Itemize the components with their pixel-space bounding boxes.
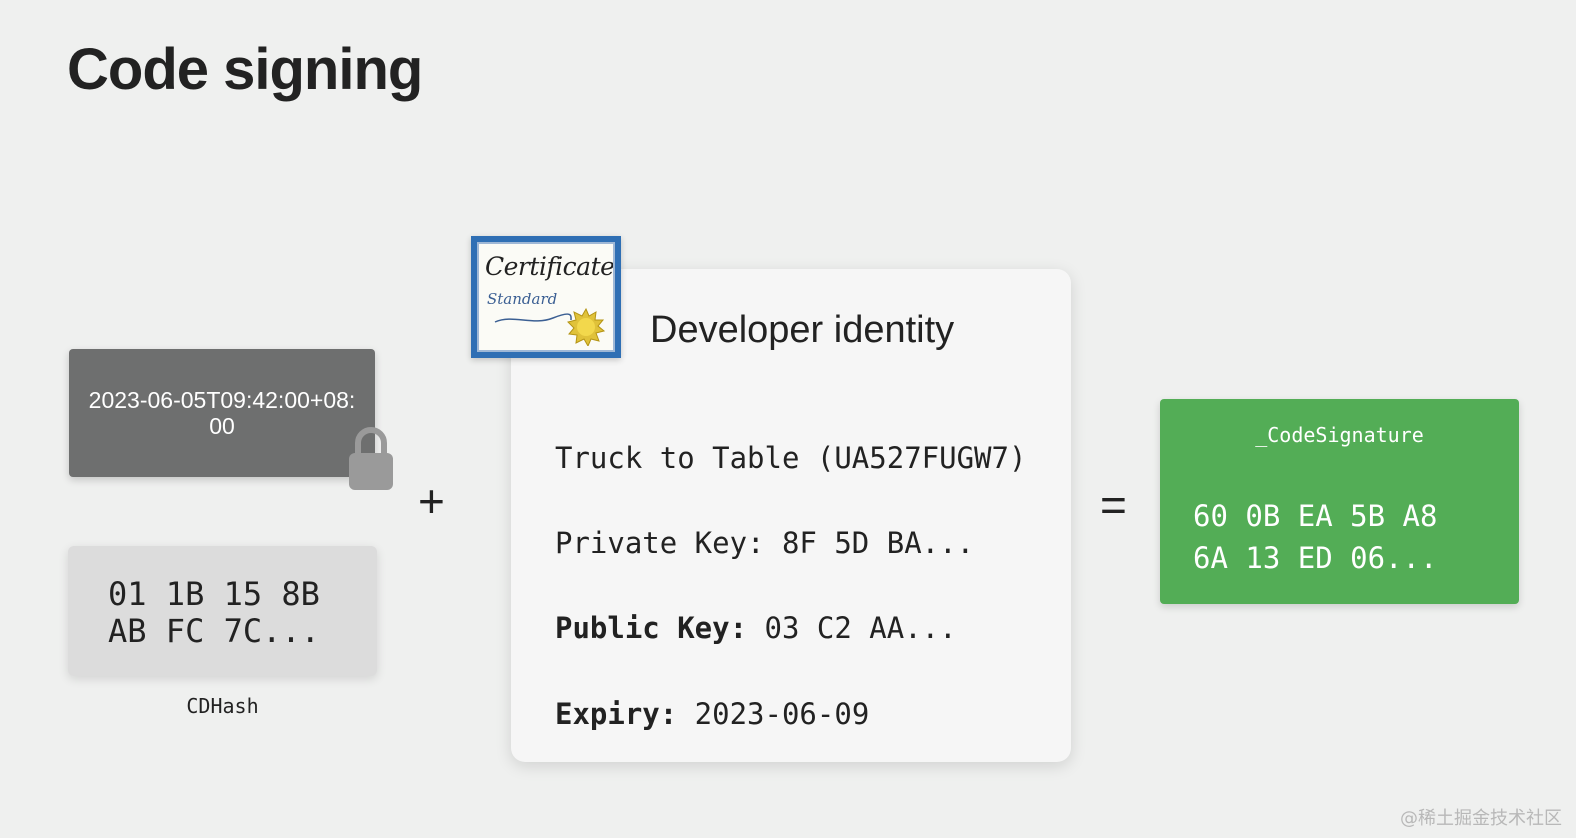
flourish-icon [494, 313, 572, 323]
timestamp-box: 2023-06-05T09:42:00+08:00 [69, 349, 375, 477]
certificate-icon: Certificate Standard [471, 236, 621, 358]
page-title: Code signing [67, 37, 423, 102]
plus-operator: + [418, 475, 445, 527]
signature-line-1: 60 0B EA 5B A8 [1193, 499, 1438, 533]
public-key-value: 03 C2 AA... [747, 611, 957, 645]
watermark: @稀土掘金技术社区 [1400, 808, 1562, 829]
certificate-subtitle: Standard [487, 290, 558, 308]
equals-operator: = [1100, 479, 1127, 531]
timestamp-text: 2023-06-05T09:42:00+08:00 [88, 387, 356, 439]
identity-private-key: Private Key: 8F 5D BA... [555, 526, 975, 560]
cdhash-line-1: 01 1B 15 8B [108, 575, 320, 613]
public-key-label: Public Key: [555, 611, 748, 645]
signature-value: 60 0B EA 5B A8 6A 13 ED 06... [1193, 495, 1437, 579]
expiry-value: 2023-06-09 [677, 697, 870, 731]
certificate-title: Certificate [485, 252, 615, 281]
code-signature-box: _CodeSignature 60 0B EA 5B A8 6A 13 ED 0… [1160, 399, 1519, 604]
identity-public-key: Public Key: 03 C2 AA... [555, 611, 957, 645]
identity-team: Truck to Table (UA527FUGW7) [555, 441, 1027, 475]
signature-line-2: 6A 13 ED 06... [1193, 541, 1438, 575]
cdhash-box: 01 1B 15 8B AB FC 7C... [68, 546, 377, 676]
cdhash-caption: CDHash [186, 694, 259, 718]
identity-expiry: Expiry: 2023-06-09 [555, 697, 869, 731]
signature-name: _CodeSignature [1255, 423, 1424, 447]
identity-title: Developer identity [650, 309, 955, 351]
cdhash-line-2: AB FC 7C... [108, 612, 320, 650]
expiry-label: Expiry: [555, 697, 678, 731]
seal-icon [567, 308, 605, 346]
certificate-paper: Certificate Standard [477, 242, 615, 352]
lock-icon [349, 427, 393, 490]
slide: Code signing 2023-06-05T09:42:00+08:00 0… [0, 0, 1576, 838]
